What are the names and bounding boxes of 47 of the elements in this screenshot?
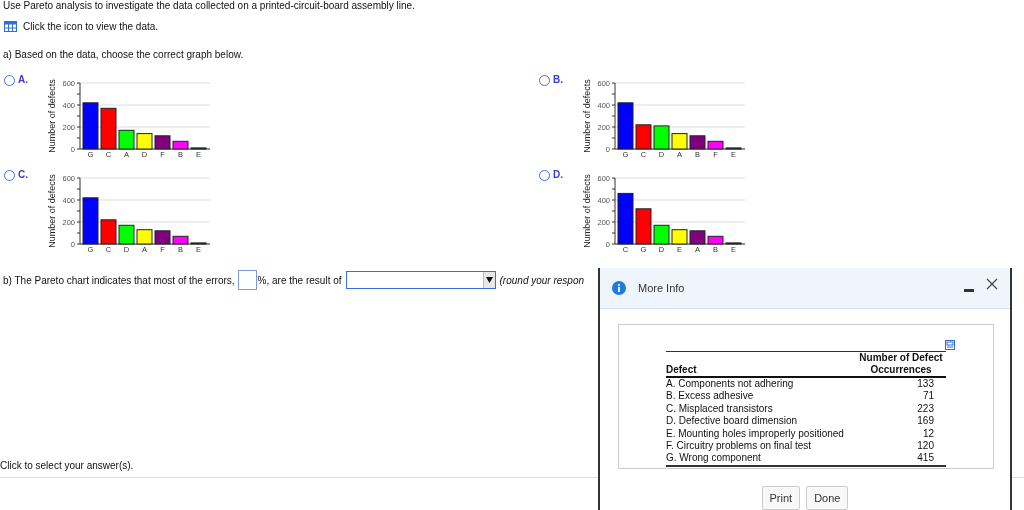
table-cell-text: 71 bbox=[921, 390, 935, 403]
bar bbox=[136, 133, 153, 150]
intro-text: Use Pareto analysis to investigate the data collected on a printed-circuit-board assembly line. bbox=[3, 0, 416, 11]
data-link[interactable]: Click the icon to view the data. bbox=[23, 21, 159, 32]
answer-dropdown[interactable] bbox=[345, 271, 496, 289]
dialog-button[interactable]: Done bbox=[806, 486, 849, 510]
dialog-button[interactable]: Print bbox=[761, 486, 801, 510]
table-cell: A. Components not adhering bbox=[666, 377, 856, 391]
question-text: a) Based on the data, choose the correct graph below. bbox=[3, 49, 245, 60]
table-cell-text: 169 bbox=[916, 415, 935, 428]
option-label[interactable]: D. bbox=[553, 169, 569, 180]
option-label[interactable]: C. bbox=[18, 169, 34, 180]
table-cell-text: F. Circuitry problems on final test bbox=[666, 440, 813, 453]
table-cell-text: B. Excess adhesive bbox=[666, 390, 755, 403]
table-icon[interactable] bbox=[4, 21, 17, 32]
table-cell: 415 bbox=[856, 452, 946, 466]
table-cell: G. Wrong component bbox=[666, 452, 856, 466]
option-label[interactable]: B. bbox=[553, 74, 569, 85]
dialog-title: More Info bbox=[638, 282, 686, 294]
table-cell-text: C. Misplaced transistors bbox=[666, 402, 774, 416]
table-cell-text: 12 bbox=[921, 427, 935, 441]
column-header: Defect bbox=[666, 351, 856, 377]
close-icon[interactable] bbox=[986, 278, 998, 290]
table-cell-text: 120 bbox=[916, 440, 935, 453]
y-axis-label: Number of defects bbox=[47, 174, 57, 248]
table-cell-text: E. Mounting holes improperly positioned bbox=[666, 427, 845, 441]
bar bbox=[136, 229, 153, 245]
y-axis-label: Number of defects bbox=[582, 79, 592, 153]
column-header: Number of Defect Occurrences bbox=[856, 351, 946, 377]
bar bbox=[82, 102, 99, 150]
info-icon bbox=[612, 281, 626, 295]
y-axis-label: Number of defects bbox=[47, 79, 57, 153]
caret-icon bbox=[485, 277, 493, 283]
question-text: %, are the result of bbox=[257, 274, 342, 286]
table-cell-text: 223 bbox=[916, 402, 935, 416]
table-cell-text: D. Defective board dimension bbox=[666, 415, 799, 428]
option-label[interactable]: A. bbox=[18, 74, 34, 85]
hint-text: (round your respon bbox=[499, 274, 585, 286]
expand-icon[interactable] bbox=[945, 340, 955, 350]
minimize-icon[interactable] bbox=[964, 289, 974, 293]
y-axis-label: Number of defects bbox=[582, 174, 592, 248]
percent-input-field[interactable] bbox=[237, 270, 257, 290]
question-text: b) The Pareto chart indicates that most of the errors, bbox=[3, 274, 235, 286]
bar bbox=[671, 229, 688, 245]
table-cell: 133 bbox=[856, 377, 946, 391]
bar bbox=[118, 224, 135, 245]
status-text: Click to select your answer(s). bbox=[0, 460, 135, 471]
